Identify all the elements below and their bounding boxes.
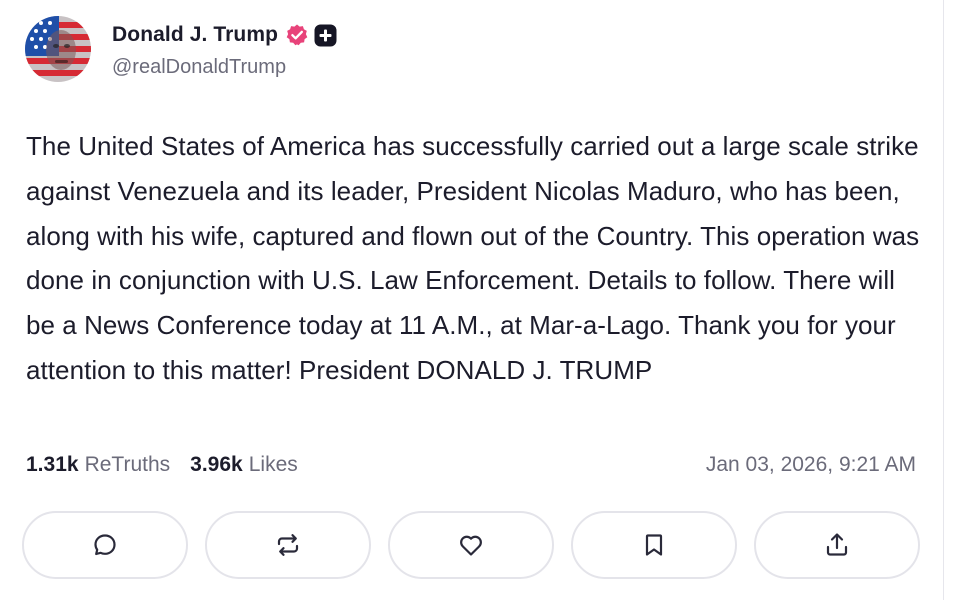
heart-icon <box>460 535 482 556</box>
avatar[interactable] <box>25 16 91 82</box>
retruths-label[interactable]: ReTruths <box>85 453 171 477</box>
avatar-image <box>25 16 91 82</box>
like-button[interactable] <box>388 511 554 579</box>
bookmark-button[interactable] <box>571 511 737 579</box>
retruths-count[interactable]: 1.31k <box>26 453 79 477</box>
likes-label[interactable]: Likes <box>249 453 298 477</box>
retruth-button[interactable] <box>205 511 371 579</box>
post-timestamp[interactable]: Jan 03, 2026, 9:21 AM <box>706 453 916 477</box>
verified-badge-icon <box>285 23 309 47</box>
post-text: The United States of America has success… <box>26 131 920 385</box>
likes-count[interactable]: 3.96k <box>190 453 243 477</box>
author-display-name[interactable]: Donald J. Trump <box>112 23 278 47</box>
retruth-icon <box>277 534 299 556</box>
post-stats: 1.31k ReTruths 3.96k Likes <box>26 453 298 477</box>
author-handle[interactable]: @realDonaldTrump <box>112 56 286 79</box>
post-card: Donald J. Trump @realDonaldTrump The Uni… <box>0 0 944 600</box>
plus-badge-icon <box>314 24 337 47</box>
author-name-row: Donald J. Trump <box>112 20 337 50</box>
reply-icon <box>94 534 116 556</box>
share-button[interactable] <box>754 511 920 579</box>
action-bar <box>22 511 922 583</box>
share-icon <box>826 533 848 556</box>
reply-button[interactable] <box>22 511 188 579</box>
bookmark-icon <box>645 534 663 556</box>
